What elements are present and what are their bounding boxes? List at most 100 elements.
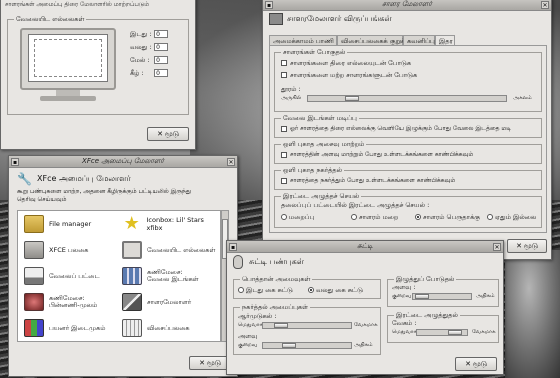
xfce-settings-window: ▪ XFce அமைப்பு மேலாளர் ✕ 🔧 XFce அமைப்பு … (8, 155, 238, 377)
distance-max-label: அகலம் (513, 95, 532, 101)
wm-title: சாளர மேலாளர் (382, 0, 432, 8)
taskbar-label: வேலைப் பட்டை (49, 271, 100, 280)
window-menu-icon[interactable]: ▪ (265, 0, 273, 9)
keyboard-label: விசைப்பலகை (147, 323, 190, 332)
opaque-resize-title: ஒளி புகாத அசைவு மாற்றம் (281, 140, 367, 149)
accel-max-label: வேகமாக (354, 322, 378, 328)
opaque-resize-checkbox[interactable]: சாளரத்தின் அளவு மாற்றும் போது உள்ளடக்கங்… (281, 151, 473, 159)
thresh-slider-knob[interactable] (282, 343, 296, 348)
mouse-icon (233, 255, 243, 269)
speed-max-label: வேகமாக (472, 329, 496, 335)
tab-advanced[interactable]: இதர (435, 35, 455, 45)
xfce-panel-item[interactable]: XFCE பலகை (24, 241, 88, 259)
wm-close-icon[interactable]: ✕ (541, 0, 549, 9)
keyboard-item[interactable]: விசைப்பலகை (122, 319, 190, 337)
dblclick-shade-radio[interactable]: மறைப்பு (281, 213, 314, 222)
wm-close-label: மூடு (523, 241, 538, 250)
dnd-max-label: அதிகம் (476, 293, 495, 299)
xfce-close-button[interactable]: ✕ மூடு (189, 356, 231, 370)
display-item[interactable]: வேலையிட எல்லைகள் (122, 241, 215, 259)
windows-icon (122, 293, 142, 311)
xfce-titlebar[interactable]: ▪ XFce அமைப்பு மேலாளர் ✕ (9, 156, 237, 168)
buttons-frame: பொத்தான் அமைவுகள் இடது கை சுட்டு வலது கை… (233, 275, 381, 299)
dblclick-speed-frame: இரட்டை அழுத்துதல் வேகம் : மெதுவாக வேகமாக (387, 311, 499, 343)
mouse-close-button[interactable]: ✕ மூடு (455, 357, 497, 371)
xfce-close-icon[interactable]: ✕ (227, 157, 235, 166)
dblclick-none-radio[interactable]: ஏதும் இல்லை (487, 213, 536, 222)
wm-titlebar[interactable]: ▪ சாளர மேலாளர் ✕ (263, 0, 551, 11)
wm-window: ▪ சாளர மேலாளர் ✕ சாளரமேலாளர் விருப்பங்கள… (262, 0, 552, 260)
dblclick-maximize-radio[interactable]: சாளரம் பெருதாக்கு (415, 213, 480, 222)
backdrop-label: கணிமேசை: பின்னணி-முலம் (49, 294, 98, 309)
left-handed-label: இடது கை சுட்டு (246, 286, 293, 294)
workspace-wrap-label: ஓர் சாளரத்தை திரை எல்லைக்கு வெளியே இழுக்… (290, 125, 512, 132)
margin-top-input[interactable]: 0 (154, 56, 169, 64)
wm-close-button[interactable]: ✕ மூடு (507, 239, 547, 253)
tab-focus[interactable]: கவனிப்பு (403, 35, 435, 45)
speed-slider[interactable] (416, 329, 468, 336)
margin-right-label: வலது : (130, 43, 152, 51)
workspace-wrap-checkbox[interactable]: ஓர் சாளரத்தை திரை எல்லைக்கு வெளியே இழுக்… (281, 125, 511, 133)
dblclick-label: தலைப்புப் பட்டையில் இரட்டை அழுத்தச் செயல… (281, 201, 430, 209)
snap-borders-label: சாளரங்களை திரை எல்லையுடன் போடுக (290, 59, 411, 67)
distance-slider-knob[interactable] (345, 96, 359, 101)
window-menu-icon[interactable]: ▪ (11, 157, 19, 166)
margin-right-input[interactable]: 0 (154, 43, 169, 51)
margins-frame-title: வேலையிட எல்லைகள் (14, 15, 87, 24)
mouse-header: சுட்டி பண்புகள் (249, 257, 304, 266)
speed-min-label: மெதுவாக (392, 329, 418, 335)
workspaces-icon (122, 267, 142, 285)
right-handed-radio[interactable]: வலது கை சுட்டு (308, 286, 363, 295)
window-manager-item[interactable]: சாளரமேலாளர் (122, 293, 191, 311)
left-handed-radio[interactable]: இடது கை சுட்டு (238, 286, 293, 295)
mouse-close-icon[interactable]: ✕ (493, 242, 501, 251)
taskbar-item[interactable]: வேலைப் பட்டை (24, 267, 100, 285)
margins-frame: வேலையிட எல்லைகள் இடது : 0 வலது : 0 மேல் … (7, 15, 189, 115)
right-handed-label: வலது கை சுட்டு (316, 286, 363, 294)
window-menu-icon[interactable]: ▪ (229, 242, 237, 251)
tab-style[interactable]: அமைக்காமம் பாணி (269, 35, 337, 45)
taskbar-icon (24, 267, 44, 285)
dblclick-shade-label: மறைப்பு (289, 213, 315, 221)
opaque-move-label: சாளரத்தை நகர்த்தும் போது உள்ளடக்கங்களை க… (290, 177, 456, 184)
tab-shortcuts[interactable]: விசைப்பலகைக் குறுக்குவழிகள் (337, 35, 433, 45)
distance-slider[interactable] (307, 95, 507, 102)
dnd-slider[interactable] (412, 293, 472, 300)
thresh-max-label: அதிகம் (354, 342, 373, 348)
file-manager-item[interactable]: File manager (24, 215, 91, 233)
opaque-move-checkbox[interactable]: சாளரத்தை நகர்த்தும் போது உள்ளடக்கங்களை க… (281, 177, 455, 185)
ui-item[interactable]: பயனர் இடைமுகம் (24, 319, 105, 337)
monitor-icon (20, 28, 116, 102)
accel-label: ஆர்முடுகல் : (238, 312, 277, 320)
mouse-titlebar[interactable]: ▪ சுட்டி ✕ (227, 241, 503, 253)
mouse-close-label: மூடு (472, 359, 487, 368)
xfce-panel-label: XFCE பலகை (49, 245, 89, 254)
dblclick-hide-radio[interactable]: சாளரம் மறை (351, 213, 398, 222)
margin-right-row: வலது : 0 (130, 43, 169, 52)
workspaces-item[interactable]: கணிமேசை: வேலை இடங்கள் (122, 267, 207, 285)
motion-frame: நகர்த்தல் அமைப்புகள் ஆர்முடுகல் : மெதுவா… (233, 303, 381, 355)
speed-slider-knob[interactable] (448, 330, 462, 335)
snap-borders-checkbox[interactable]: சாளரங்களை திரை எல்லையுடன் போடுக (281, 59, 411, 68)
margin-left-input[interactable]: 0 (154, 30, 169, 38)
accel-slider-knob[interactable] (274, 323, 288, 328)
backdrop-item[interactable]: கணிமேசை: பின்னணி-முலம் (24, 293, 109, 311)
accel-slider[interactable] (262, 322, 352, 329)
close-icon: ✕ (199, 359, 205, 367)
thresh-label: அளவு (238, 332, 258, 340)
dnd-slider-knob[interactable] (415, 294, 429, 299)
theme-icon (24, 319, 44, 337)
margin-top-row: மேல் : 0 (130, 56, 169, 65)
display-close-button[interactable]: ✕ மூடு (147, 127, 189, 141)
star-icon: ★ (123, 213, 140, 234)
thresh-slider[interactable] (262, 342, 352, 349)
dnd-frame: இழுத்துப் போடுதல் அளவு : குறைவு அதிகம் (387, 275, 499, 307)
backdrop-icon (24, 293, 44, 311)
display-close-label: மூடு (164, 129, 179, 138)
iconbox-item[interactable]: ★ Iconbox: Lil' Stars xfibx (122, 215, 220, 233)
margin-bottom-input[interactable]: 0 (154, 69, 169, 77)
snap-windows-checkbox[interactable]: சாளரங்களை மற்ற சாளரங்களுடன் போடுக (281, 71, 417, 80)
snap-frame-title: சாளரங்கள் போகுதல் (281, 48, 348, 57)
close-icon: ✕ (465, 360, 471, 368)
tools-icon: 🔧 (17, 172, 32, 186)
